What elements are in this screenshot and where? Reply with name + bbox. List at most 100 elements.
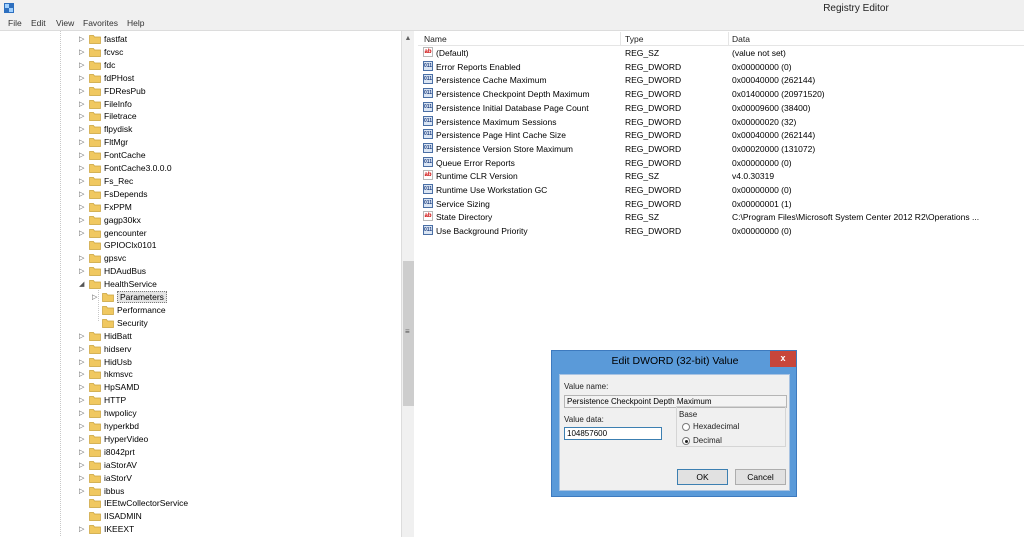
menu-file[interactable]: File <box>8 18 22 28</box>
expand-arrow-icon[interactable]: ▷ <box>79 112 87 121</box>
collapse-arrow-icon[interactable]: ◢ <box>79 280 87 289</box>
expand-arrow-icon[interactable]: ▷ <box>79 151 87 160</box>
tree-node[interactable]: ▷ fdc <box>79 59 320 72</box>
tree-node[interactable]: ▷ HTTP <box>79 394 320 407</box>
expand-arrow-icon[interactable]: ▷ <box>79 35 87 44</box>
scroll-thumb[interactable]: ≡ <box>403 261 414 406</box>
expand-arrow-icon[interactable]: ▷ <box>79 435 87 444</box>
expand-arrow-icon[interactable]: ▷ <box>79 254 87 263</box>
value-row[interactable]: ab Runtime CLR Version REG_SZ v4.0.30319 <box>418 169 1024 183</box>
value-row[interactable]: 011 Use Background Priority REG_DWORD 0x000… <box>418 224 1024 238</box>
tree-node[interactable]: ▷ fdPHost <box>79 72 320 85</box>
expand-arrow-icon[interactable]: ▷ <box>79 487 87 496</box>
value-data-field[interactable]: 104857600 <box>564 427 662 440</box>
expand-arrow-icon[interactable]: ▷ <box>79 177 87 186</box>
tree-node[interactable]: ▷ i8042prt <box>79 446 320 459</box>
tree-node[interactable]: GPIOClx0101 <box>79 239 320 252</box>
expand-arrow-icon[interactable]: ▷ <box>79 138 87 147</box>
tree-node[interactable]: ◢ HealthService <box>79 278 320 291</box>
expand-arrow-icon[interactable]: ▷ <box>79 190 87 199</box>
tree-node[interactable]: ▷ flpydisk <box>79 123 320 136</box>
tree-node[interactable]: ▷ HpSAMD <box>79 381 320 394</box>
expand-arrow-icon[interactable]: ▷ <box>79 229 87 238</box>
tree-node[interactable]: ▷ FxPPM <box>79 201 320 214</box>
expand-arrow-icon[interactable]: ▷ <box>79 61 87 70</box>
hexadecimal-radio[interactable] <box>682 423 690 431</box>
tree-node[interactable]: ▷ HidUsb <box>79 356 320 369</box>
tree-node[interactable]: ▷ HidBatt <box>79 330 320 343</box>
tree-node[interactable]: ▷ FileInfo <box>79 98 320 111</box>
tree-node[interactable]: ▷ Parameters <box>92 291 320 304</box>
expand-arrow-icon[interactable]: ▷ <box>79 216 87 225</box>
expand-arrow-icon[interactable]: ▷ <box>79 100 87 109</box>
tree-scrollbar[interactable]: ▲ ≡ <box>401 31 414 537</box>
value-row[interactable]: 011 Persistence Page Hint Cache Size REG_D… <box>418 128 1024 142</box>
value-row[interactable]: 011 Service Sizing REG_DWORD 0x00000001 (1) <box>418 197 1024 211</box>
tree-node[interactable]: Security <box>92 317 320 330</box>
expand-arrow-icon[interactable]: ▷ <box>79 422 87 431</box>
column-data[interactable]: Data <box>732 34 750 44</box>
tree-node[interactable]: ▷ HyperVideo <box>79 433 320 446</box>
menu-view[interactable]: View <box>56 18 74 28</box>
tree-node[interactable]: ▷ hkmsvc <box>79 368 320 381</box>
tree-node[interactable]: IEEtwCollectorService <box>79 497 320 510</box>
expand-arrow-icon[interactable]: ▷ <box>79 48 87 57</box>
expand-arrow-icon[interactable]: ▷ <box>79 448 87 457</box>
expand-arrow-icon[interactable]: ▷ <box>79 474 87 483</box>
value-row[interactable]: 011 Persistence Version Store Maximum REG_… <box>418 142 1024 156</box>
tree-node[interactable]: ▷ FDResPub <box>79 85 320 98</box>
expand-arrow-icon[interactable]: ▷ <box>79 125 87 134</box>
value-row[interactable]: 011 Persistence Checkpoint Depth Maximum R… <box>418 87 1024 101</box>
value-row[interactable]: ab State Directory REG_SZ C:\Program Files\… <box>418 210 1024 224</box>
decimal-radio[interactable] <box>682 437 690 445</box>
key-tree[interactable]: ▷ fastfat ▷ fcvsc ▷ fdc ▷ fdPHost ▷ FDResPub ▷ File… <box>0 31 414 537</box>
tree-node[interactable]: ▷ FltMgr <box>79 136 320 149</box>
tree-node[interactable]: ▷ iaStorAV <box>79 459 320 472</box>
column-divider[interactable] <box>728 32 729 46</box>
value-row[interactable]: 011 Runtime Use Workstation GC REG_DWORD 0x… <box>418 183 1024 197</box>
expand-arrow-icon[interactable]: ▷ <box>79 370 87 379</box>
tree-node[interactable]: ▷ fcvsc <box>79 46 320 59</box>
column-type[interactable]: Type <box>625 34 643 44</box>
menu-help[interactable]: Help <box>127 18 144 28</box>
value-row[interactable]: 011 Persistence Maximum Sessions REG_DWORD… <box>418 115 1024 129</box>
tree-node[interactable]: ▷ hwpolicy <box>79 407 320 420</box>
expand-arrow-icon[interactable]: ▷ <box>79 87 87 96</box>
expand-arrow-icon[interactable]: ▷ <box>79 345 87 354</box>
expand-arrow-icon[interactable]: ▷ <box>79 203 87 212</box>
tree-node[interactable]: ▷ hidserv <box>79 343 320 356</box>
menu-edit[interactable]: Edit <box>31 18 46 28</box>
tree-node[interactable]: ▷ gencounter <box>79 227 320 240</box>
tree-node[interactable]: ▷ IKEEXT <box>79 523 320 536</box>
value-row[interactable]: 011 Queue Error Reports REG_DWORD 0x0000000… <box>418 156 1024 170</box>
tree-node[interactable]: ▷ gpsvc <box>79 252 320 265</box>
menu-favorites[interactable]: Favorites <box>83 18 118 28</box>
tree-node[interactable]: IISADMIN <box>79 510 320 523</box>
tree-node[interactable]: Performance <box>92 304 320 317</box>
expand-arrow-icon[interactable]: ▷ <box>79 164 87 173</box>
cancel-button[interactable]: Cancel <box>735 469 786 485</box>
column-name[interactable]: Name <box>424 34 447 44</box>
ok-button[interactable]: OK <box>677 469 728 485</box>
decimal-label[interactable]: Decimal <box>693 436 722 445</box>
tree-node[interactable]: ▷ ibbus <box>79 485 320 498</box>
scroll-up-arrow-icon[interactable]: ▲ <box>402 33 414 45</box>
expand-arrow-icon[interactable]: ▷ <box>79 525 87 534</box>
tree-node[interactable]: ▷ fastfat <box>79 33 320 46</box>
expand-arrow-icon[interactable]: ▷ <box>79 74 87 83</box>
tree-node[interactable]: ▷ hyperkbd <box>79 420 320 433</box>
value-row[interactable]: 011 Persistence Cache Maximum REG_DWORD 0x0… <box>418 73 1024 87</box>
expand-arrow-icon[interactable]: ▷ <box>79 396 87 405</box>
value-row[interactable]: 011 Error Reports Enabled REG_DWORD 0x00000… <box>418 60 1024 74</box>
hexadecimal-label[interactable]: Hexadecimal <box>693 422 739 431</box>
expand-arrow-icon[interactable]: ▷ <box>92 293 100 302</box>
tree-node[interactable]: ▷ FontCache3.0.0.0 <box>79 162 320 175</box>
expand-arrow-icon[interactable]: ▷ <box>79 383 87 392</box>
tree-node[interactable]: ▷ gagp30kx <box>79 214 320 227</box>
tree-node[interactable]: ▷ FsDepends <box>79 188 320 201</box>
value-row[interactable]: ab (Default) REG_SZ (value not set) <box>418 46 1024 60</box>
expand-arrow-icon[interactable]: ▷ <box>79 358 87 367</box>
expand-arrow-icon[interactable]: ▷ <box>79 461 87 470</box>
tree-node[interactable]: ▷ FontCache <box>79 149 320 162</box>
tree-node[interactable]: ▷ iaStorV <box>79 472 320 485</box>
